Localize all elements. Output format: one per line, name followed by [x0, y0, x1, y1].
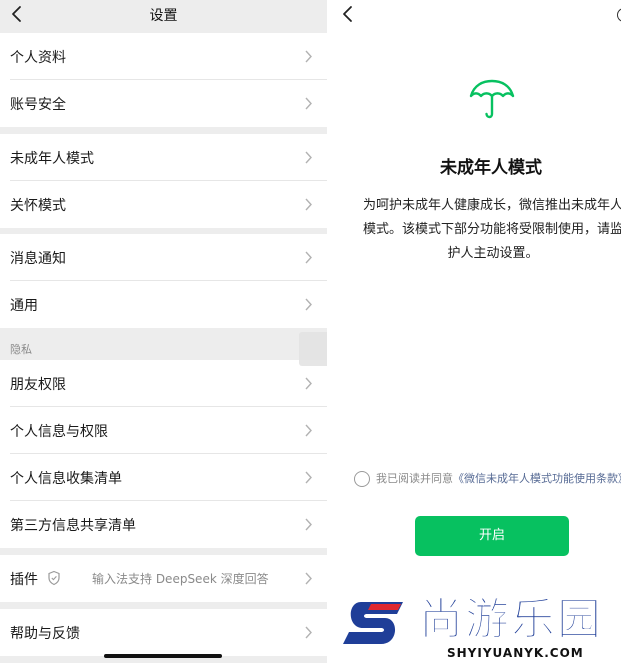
page-title: 设置	[149, 8, 178, 24]
umbrella-icon	[469, 79, 515, 119]
row-label: 插件	[10, 572, 38, 588]
row-label: 第三方信息共享清单	[10, 518, 136, 534]
chevron-right-icon	[305, 151, 312, 164]
chevron-right-icon	[305, 298, 312, 311]
row-label: 个人资料	[10, 50, 66, 66]
settings-row-notifications[interactable]: 消息通知	[0, 234, 327, 281]
section-label-privacy: 隐私	[10, 343, 32, 356]
row-label: 未成年人模式	[10, 151, 94, 167]
watermark: 尚游乐园 SHYIYUANYK.COM	[341, 594, 621, 663]
agreement-prefix: 我已阅读并同意	[376, 472, 453, 485]
chevron-right-icon	[305, 471, 312, 484]
chevron-right-icon	[305, 572, 312, 585]
chevron-right-icon	[305, 626, 312, 639]
chevron-right-icon	[305, 424, 312, 437]
chevron-right-icon	[305, 251, 312, 264]
minor-mode-title: 未成年人模式	[440, 158, 542, 178]
watermark-en: SHYIYUANYK.COM	[447, 646, 584, 660]
agreement-text: 我已阅读并同意《微信未成年人模式功能使用条款》	[376, 471, 621, 487]
row-label: 消息通知	[10, 251, 66, 267]
row-label: 帮助与反馈	[10, 626, 80, 642]
settings-nav-bar: 设置	[0, 0, 327, 30]
settings-row-care-mode[interactable]: 关怀模式	[0, 181, 327, 228]
open-button[interactable]: 开启	[415, 516, 569, 556]
row-label: 通用	[10, 298, 38, 314]
minor-mode-panel: 未成年人模式 为呵护未成年人健康成长，微信推出未成年人模式。该模式下部分功能将受…	[327, 0, 621, 663]
chevron-right-icon	[305, 50, 312, 63]
more-icon[interactable]	[617, 8, 621, 22]
row-label: 个人信息收集清单	[10, 471, 122, 487]
chevron-right-icon	[305, 377, 312, 390]
row-label: 关怀模式	[10, 198, 66, 214]
plugin-hint: 输入法支持 DeepSeek 深度回答	[92, 572, 269, 586]
chevron-right-icon	[305, 198, 312, 211]
settings-panel: 设置 个人资料 账号安全 未成年人模式 关怀模式 消息通知 通用 隐私 朋友权限…	[0, 0, 327, 663]
shield-icon	[48, 570, 60, 586]
row-label: 账号安全	[10, 97, 66, 113]
settings-row-minor-mode[interactable]: 未成年人模式	[0, 134, 327, 181]
settings-row-personal-info-collection[interactable]: 个人信息收集清单	[0, 454, 327, 501]
agreement-radio[interactable]	[354, 471, 370, 487]
settings-row-account-security[interactable]: 账号安全	[0, 80, 327, 127]
row-label: 朋友权限	[10, 377, 66, 393]
agreement-link[interactable]: 《微信未成年人模式功能使用条款》	[453, 472, 621, 485]
home-indicator	[104, 654, 222, 658]
settings-row-help-feedback[interactable]: 帮助与反馈	[0, 609, 327, 656]
settings-row-plugins[interactable]: 插件 输入法支持 DeepSeek 深度回答	[0, 555, 327, 602]
chevron-right-icon	[305, 97, 312, 110]
settings-row-profile[interactable]: 个人资料	[0, 33, 327, 80]
settings-row-general[interactable]: 通用	[0, 281, 327, 328]
watermark-cn: 尚游乐园	[419, 594, 603, 645]
minor-mode-description: 为呵护未成年人健康成长，微信推出未成年人模式。该模式下部分功能将受限制使用，请监…	[362, 198, 621, 261]
chevron-right-icon	[305, 518, 312, 531]
watermark-logo-icon	[343, 602, 403, 644]
row-label: 个人信息与权限	[10, 424, 108, 440]
settings-row-personal-info-permissions[interactable]: 个人信息与权限	[0, 407, 327, 454]
back-arrow-icon[interactable]	[339, 2, 359, 26]
settings-row-third-party-sharing[interactable]: 第三方信息共享清单	[0, 501, 327, 548]
settings-row-friend-permissions[interactable]: 朋友权限	[0, 360, 327, 407]
